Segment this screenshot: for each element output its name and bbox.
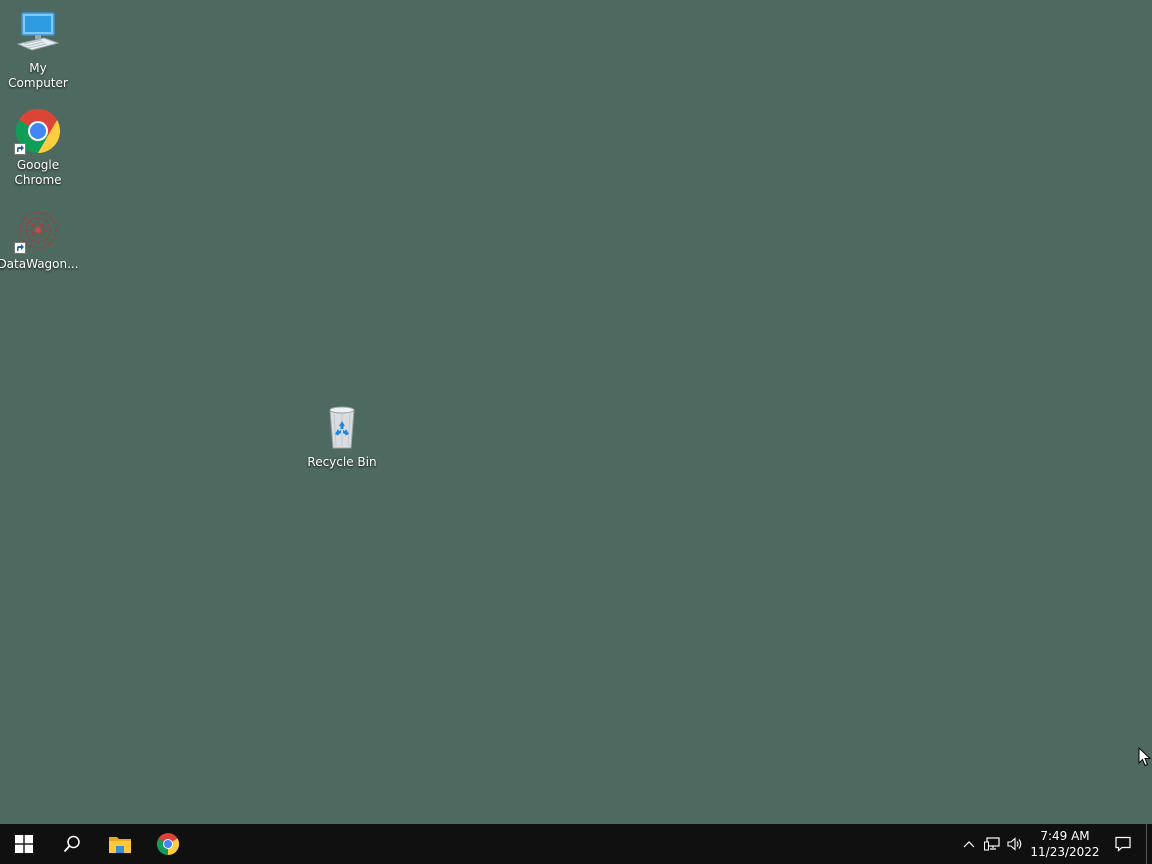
desktop-icon-recycle-bin[interactable]: Recycle Bin <box>304 404 380 470</box>
desktop-icon-label: DataWagon... <box>0 257 79 271</box>
shortcut-arrow-icon <box>14 143 26 155</box>
volume-icon <box>1006 837 1021 851</box>
search-icon <box>63 835 80 853</box>
folder-icon <box>109 837 131 853</box>
desktop-icon-my-computer[interactable]: My Computer <box>0 10 76 91</box>
desktop: My Computer Google Chrome DataWagon... R… <box>0 0 1152 824</box>
show-hidden-icons-button[interactable] <box>957 824 980 864</box>
chrome-icon <box>14 107 62 155</box>
desktop-icon-label: Google Chrome <box>14 158 62 187</box>
clock-date: 11/23/2022 <box>1030 845 1100 859</box>
desktop-icon-google-chrome[interactable]: Google Chrome <box>0 107 76 188</box>
taskbar: 7:49 AM 11/23/2022 <box>0 824 1152 864</box>
clock-time: 7:49 AM <box>1040 829 1090 843</box>
action-center-button[interactable] <box>1100 824 1146 864</box>
desktop-icon-label: My Computer <box>8 61 68 90</box>
network-button[interactable] <box>980 824 1003 864</box>
computer-icon <box>14 10 62 58</box>
show-desktop-button[interactable] <box>1146 824 1152 864</box>
desktop-icon-label: Recycle Bin <box>307 455 377 469</box>
mouse-cursor-icon <box>1138 747 1152 767</box>
search-button[interactable] <box>48 824 96 864</box>
recycle-bin-icon <box>318 404 366 452</box>
windows-logo-icon <box>15 835 33 853</box>
system-tray: 7:49 AM 11/23/2022 <box>957 824 1152 864</box>
notification-icon <box>1115 836 1131 852</box>
chevron-up-icon <box>963 841 974 848</box>
volume-button[interactable] <box>1003 824 1026 864</box>
start-button[interactable] <box>0 824 48 864</box>
datawagon-icon <box>14 206 62 254</box>
network-icon <box>983 837 1000 851</box>
chrome-icon <box>157 833 179 855</box>
shortcut-arrow-icon <box>14 242 26 254</box>
chrome-taskbar-button[interactable] <box>144 824 192 864</box>
clock[interactable]: 7:49 AM 11/23/2022 <box>1030 824 1100 864</box>
file-explorer-button[interactable] <box>96 824 144 864</box>
desktop-icon-datawagon[interactable]: DataWagon... <box>0 206 79 272</box>
